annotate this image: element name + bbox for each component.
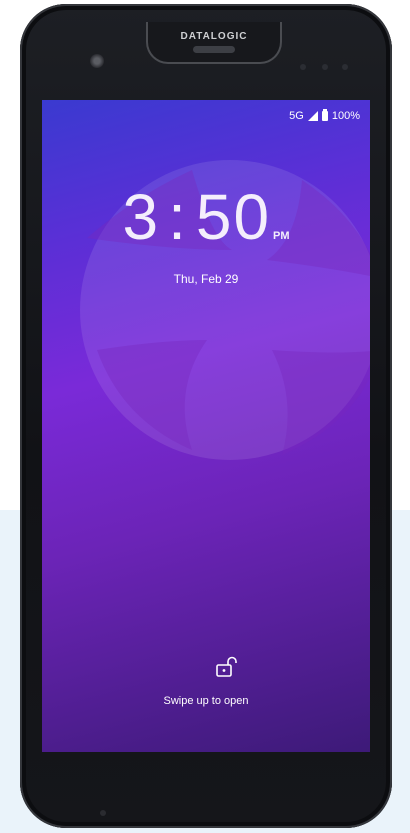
signal-icon — [307, 111, 318, 121]
swipe-hint: Swipe up to open — [163, 695, 249, 707]
lock-date: Thu, Feb 29 — [173, 272, 239, 286]
earpiece-speaker — [193, 46, 235, 53]
bottom-sensor-dot — [100, 810, 106, 816]
clock-hours: 3 — [122, 181, 161, 253]
status-bar: 5G 100% — [289, 109, 360, 122]
clock-colon: : — [168, 181, 188, 253]
network-indicator: 5G — [289, 110, 304, 122]
light-sensor — [322, 64, 328, 70]
phone-device: DATALOGIC 5G 100% 3:50 PM Thu, Feb 29 Sw… — [20, 4, 392, 828]
proximity-sensor — [300, 64, 306, 70]
front-camera — [90, 54, 104, 68]
battery-icon — [321, 109, 328, 121]
device-notch: DATALOGIC — [146, 22, 282, 64]
battery-level: 100% — [331, 110, 360, 122]
clock-ampm: PM — [273, 230, 290, 242]
lock-open-icon[interactable] — [215, 656, 239, 678]
sensor-dot — [342, 64, 348, 70]
lock-screen[interactable]: 5G 100% 3:50 PM Thu, Feb 29 Swipe up to o… — [42, 100, 370, 752]
lock-clock: 3:50 PM — [42, 180, 370, 254]
clock-minutes: 50 — [195, 181, 272, 253]
brand-logo: DATALOGIC — [180, 31, 248, 42]
